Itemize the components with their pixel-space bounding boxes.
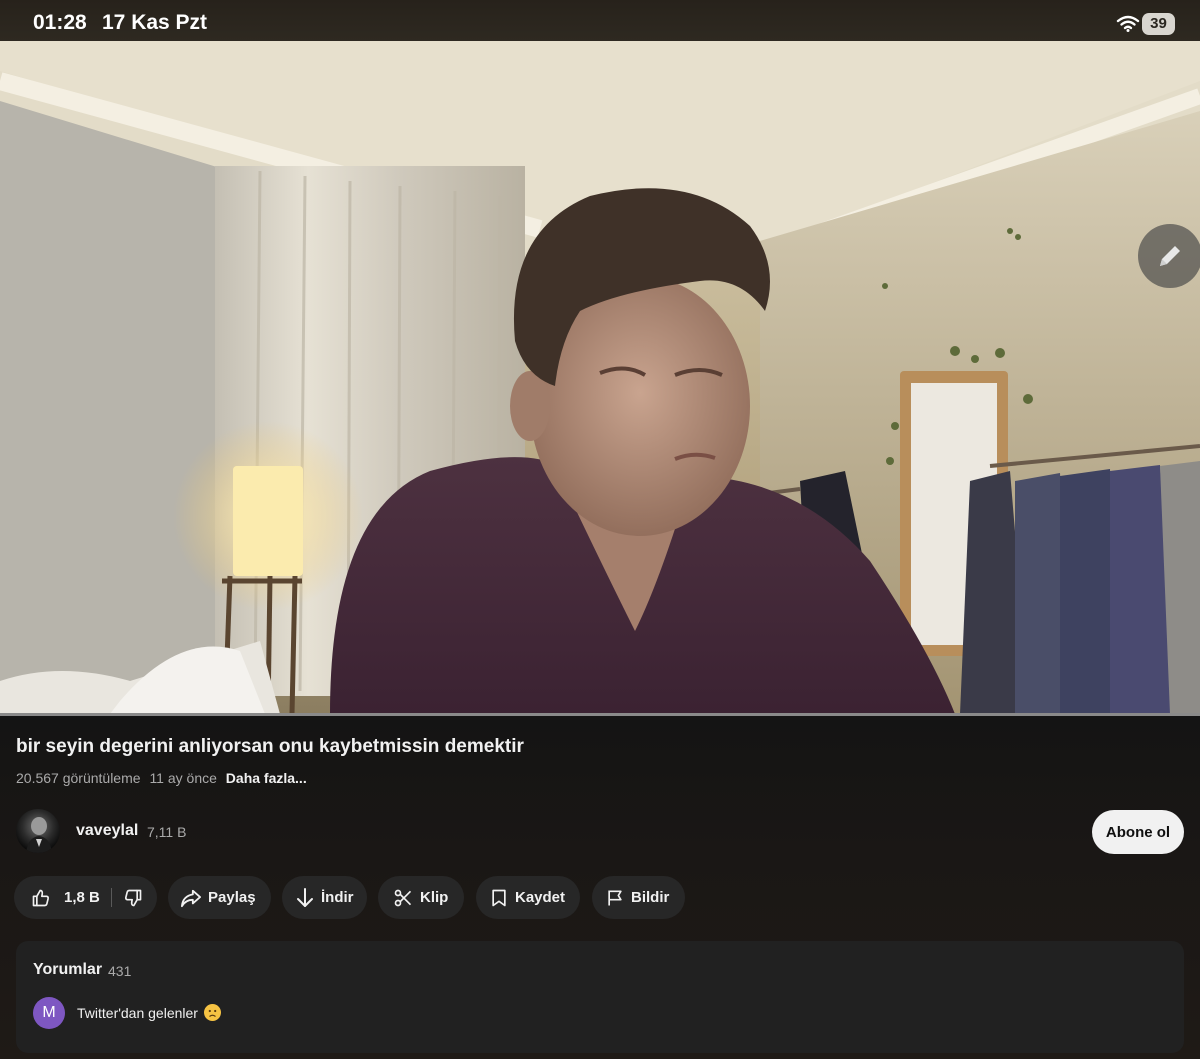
video-frame	[0, 41, 1200, 714]
avatar-image	[26, 817, 52, 853]
like-dislike-group: 1,8 B	[14, 876, 157, 919]
subscribe-button[interactable]: Abone ol	[1092, 810, 1184, 854]
download-icon	[297, 887, 313, 907]
like-button[interactable]: 1,8 B	[14, 876, 114, 919]
video-title[interactable]: bir seyin degerini anliyorsan onu kaybet…	[16, 736, 524, 758]
like-count: 1,8 B	[64, 889, 100, 906]
download-button[interactable]: İndir	[282, 876, 367, 919]
comment-avatar: M	[33, 997, 65, 1029]
dislike-button[interactable]	[114, 876, 157, 919]
thumbs-up-icon	[32, 889, 49, 906]
status-time: 01:28	[33, 11, 87, 34]
clip-button[interactable]: Klip	[378, 876, 464, 919]
video-info-panel: bir seyin degerini anliyorsan onu kaybet…	[0, 716, 1200, 1059]
battery-level: 39	[1142, 13, 1175, 35]
report-button[interactable]: Bildir	[592, 876, 685, 919]
view-count: 20.567 görüntüleme	[16, 770, 141, 786]
comments-section[interactable]: Yorumlar 431 M Twitter'dan gelenler	[16, 941, 1184, 1053]
upload-age: 11 ay önce	[149, 770, 217, 786]
flag-icon	[608, 890, 622, 905]
edit-button[interactable]	[1138, 224, 1200, 288]
clip-label: Klip	[420, 889, 449, 906]
share-label: Paylaş	[208, 889, 256, 906]
channel-avatar[interactable]	[16, 809, 60, 853]
comment-text: Twitter'dan gelenler	[77, 1004, 221, 1021]
thumbs-down-icon	[124, 889, 141, 906]
save-button[interactable]: Kaydet	[476, 876, 580, 919]
like-divider	[111, 888, 112, 907]
status-date: 17 Kas Pzt	[102, 11, 208, 34]
bookmark-icon	[492, 889, 506, 906]
share-button[interactable]: Paylaş	[168, 876, 271, 919]
download-label: İndir	[321, 889, 354, 906]
report-label: Bildir	[631, 889, 670, 906]
sad-face-icon	[203, 1004, 221, 1021]
subscriber-count: 7,11 B	[147, 824, 187, 840]
video-meta[interactable]: 20.567 görüntüleme 11 ay önce Daha fazla…	[16, 770, 312, 786]
comments-count: 431	[108, 963, 132, 979]
comment-body: Twitter'dan gelenler	[77, 1005, 198, 1021]
save-label: Kaydet	[515, 889, 566, 906]
wifi-icon	[1116, 15, 1140, 32]
comments-title: Yorumlar	[33, 961, 103, 978]
channel-name[interactable]: vaveylal	[76, 822, 138, 840]
status-bar: 01:28 17 Kas Pzt 39	[0, 0, 1200, 41]
more-link[interactable]: Daha fazla...	[226, 770, 307, 786]
pencil-icon	[1160, 246, 1180, 266]
video-player[interactable]	[0, 41, 1200, 714]
share-icon	[181, 889, 201, 907]
channel-row: vaveylal 7,11 B Abone ol	[16, 809, 1184, 854]
scissors-icon	[394, 889, 412, 906]
